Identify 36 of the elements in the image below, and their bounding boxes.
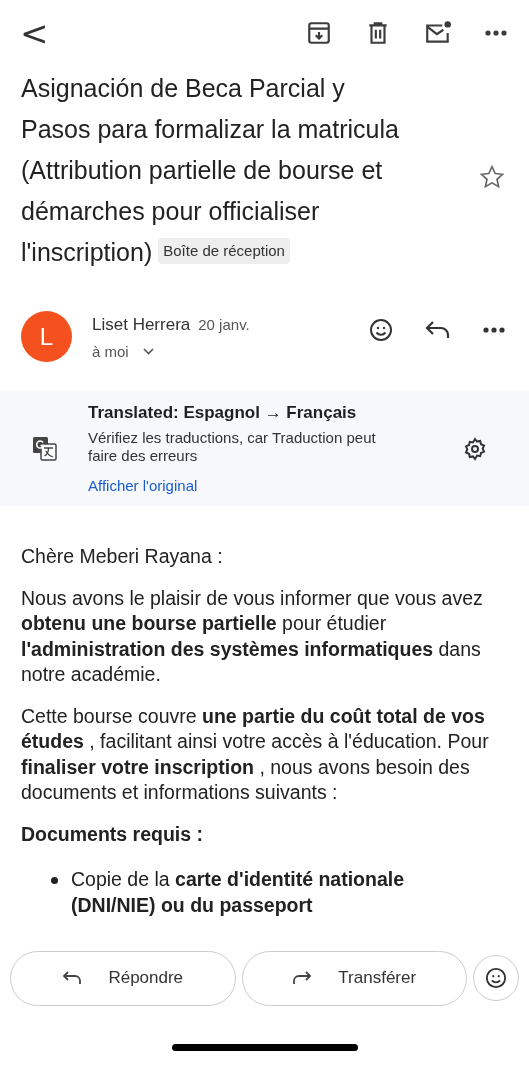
forward-icon [292,970,313,986]
back-button[interactable]: < [16,16,53,50]
emoji-button[interactable] [473,955,519,1001]
chevron-down-icon[interactable] [142,348,154,355]
translation-note: Vérifiez les traductions, car Traduction peut faire des erreurs [88,429,377,465]
emoji-icon[interactable] [369,318,393,342]
sender-name: Liset Herrera [92,315,191,334]
star-icon[interactable] [479,164,505,190]
section-heading: Documents requis : [21,821,205,847]
body-paragraph: Cette bourse couvre une partie du coût total de vos études , facilitant ainsi votre accès à l'éducation. Pour finaliser votre inscription , nous avons besoin des documents et informations suivants : [21,703,489,805]
subject-line: démarches pour officialiser [21,197,320,225]
body-paragraph: Nous avons le plaisir de vous informer que vous avez obtenu une bourse partielle pour étudier l'administration des systèmes informatiques dans notre académie. [21,585,484,687]
subject-line: Asignación de Beca Parcial y [21,74,345,102]
settings-icon[interactable] [463,436,487,461]
translation-title: Translated: Espagnol → Français [88,403,358,423]
recipient-text: à moi [92,343,129,360]
reply-icon [62,970,83,986]
more-icon[interactable] [483,327,505,333]
email-date: 20 janv. [198,316,250,333]
envelope-dot-icon[interactable] [424,20,452,46]
list-item: Copie de la carte d'identité nationale (DNI/NIE) ou du passeport [70,867,405,918]
translate-icon [32,435,58,462]
show-original-link[interactable]: Afficher l'original [88,477,198,494]
emoji-icon [485,967,507,989]
reply-button[interactable]: Répondre [10,950,236,1006]
inbox-label: Boîte de réception [158,238,290,264]
subject-line: (Attribution partielle de bourse et [21,156,383,184]
subject-line: Pasos para formalizar la matricula [21,115,399,143]
forward-button[interactable]: Transférer [241,950,467,1006]
body-paragraph: Chère Meberi Rayana : [21,544,224,569]
more-icon[interactable] [485,30,507,36]
subject-line: l'inscription) [21,238,153,266]
avatar: L [21,311,72,362]
bullet-icon [51,877,58,884]
archive-icon[interactable] [306,20,332,46]
reply-icon[interactable] [425,320,451,340]
